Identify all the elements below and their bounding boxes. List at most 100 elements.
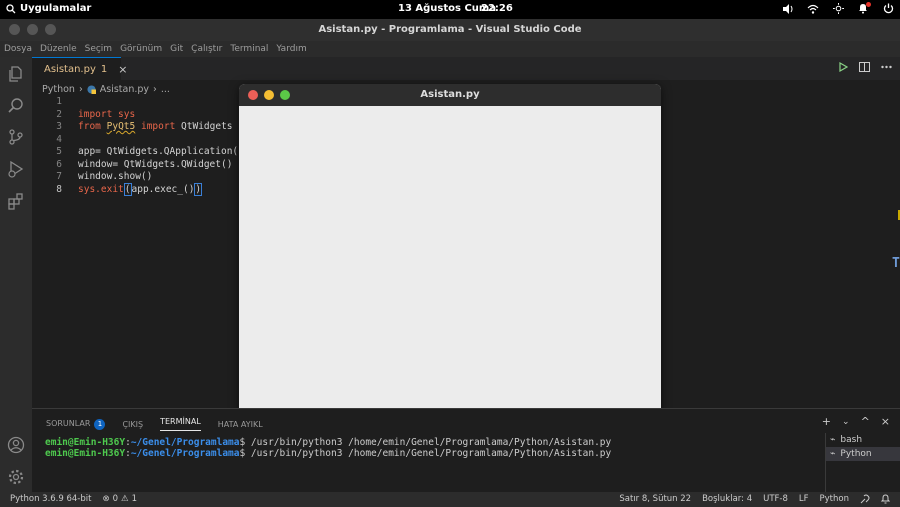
language-mode[interactable]: Python [820, 494, 849, 504]
menu-terminal[interactable]: Terminal [230, 44, 268, 54]
terminal-instance-list: ⌁ bash ⌁ Python [825, 433, 900, 493]
power-icon[interactable] [882, 2, 894, 15]
python-interpreter[interactable]: Python 3.6.9 64-bit [10, 494, 91, 504]
code-line: app= QtWidgets.QApplication(s [78, 146, 244, 157]
tab-debug-console[interactable]: HATA AYIKL [218, 420, 263, 429]
run-file-icon[interactable] [838, 62, 848, 72]
new-terminal-button[interactable]: + [822, 415, 831, 428]
module-name: sys [112, 108, 136, 120]
menu-bar: Dosya Düzenle Seçim Görünüm Git Çalıştır… [0, 41, 900, 57]
chevron-right-icon: › [153, 83, 157, 95]
notification-badge [866, 2, 871, 7]
line-number: 5 [56, 146, 62, 157]
menu-help[interactable]: Yardım [276, 44, 306, 54]
qt-window-titlebar[interactable]: Asistan.py [239, 84, 661, 106]
status-bar-left: Python 3.6.9 64-bit ⊗ 0 ⚠ 1 [10, 494, 137, 504]
menu-git[interactable]: Git [170, 44, 183, 54]
system-tray [782, 2, 894, 15]
tab-terminal[interactable]: TERMİNAL [160, 417, 201, 431]
activity-bar [0, 57, 32, 492]
minimap-cursor-marker: T [892, 256, 900, 271]
problems-count-badge: 1 [94, 418, 106, 430]
account-icon[interactable] [7, 436, 25, 454]
cursor-position[interactable]: Satır 8, Sütun 22 [619, 494, 691, 504]
window-title: Asistan.py - Programlama - Visual Studio… [318, 24, 582, 35]
terminal-output[interactable]: emin@Emin-H36Y:~/Genel/Programlama$ /usr… [45, 437, 611, 459]
panel-tabs: SORUNLAR 1 ÇIKIŞ TERMİNAL HATA AYIKL [46, 417, 263, 431]
problems-summary[interactable]: ⊗ 0 ⚠ 1 [102, 494, 137, 504]
breadcrumb-file[interactable]: Asistan.py [100, 84, 149, 95]
error-icon: ⊗ [102, 494, 110, 504]
applications-label: Uygulamalar [20, 3, 92, 14]
extensions-icon[interactable] [7, 192, 25, 210]
warning-count: 1 [131, 494, 138, 504]
line-number: 4 [56, 133, 62, 145]
brightness-icon[interactable] [832, 2, 844, 15]
python-file-icon [87, 84, 96, 94]
tab-problems-count: 1 [100, 63, 108, 75]
bottom-panel: SORUNLAR 1 ÇIKIŞ TERMİNAL HATA AYIKL + ⌄ … [32, 408, 900, 493]
menu-selection[interactable]: Seçim [85, 44, 112, 54]
applications-menu[interactable]: Uygulamalar [6, 3, 91, 14]
code-line: window.show() [78, 171, 153, 182]
terminal-user: emin@Emin-H36Y [45, 448, 126, 459]
close-panel-button[interactable]: × [881, 415, 890, 428]
feedback-icon[interactable] [860, 494, 870, 504]
terminal-instance-label: bash [840, 435, 863, 445]
chevron-down-icon[interactable]: ⌄ [842, 417, 850, 427]
end-of-line[interactable]: LF [799, 494, 809, 504]
breadcrumb-folder[interactable]: Python [42, 84, 75, 95]
maximize-panel-button[interactable]: ^ [861, 415, 870, 428]
notification-icon[interactable] [857, 2, 871, 15]
tab-close-button[interactable]: × [118, 63, 127, 76]
menu-file[interactable]: Dosya [4, 44, 32, 54]
clock-time[interactable]: 22:26 [481, 3, 513, 14]
menu-run[interactable]: Çalıştır [191, 44, 222, 54]
line-number: 1 [56, 96, 62, 107]
tab-asistan-py[interactable]: Asistan.py 1 × [32, 57, 127, 80]
function-call: sys.exit [78, 183, 124, 195]
code-lines: import sys from PyQt5 import QtWidgets a… [78, 96, 244, 196]
qt-application-window[interactable]: Asistan.py [239, 84, 661, 423]
keyword: from [78, 121, 101, 132]
breadcrumb: Python › Asistan.py › ... [42, 82, 170, 96]
volume-icon[interactable] [782, 2, 794, 15]
tab-label: Asistan.py [44, 63, 96, 75]
split-editor-icon[interactable] [859, 62, 870, 72]
tab-problems-label: SORUNLAR [46, 418, 91, 428]
warning-icon: ⚠ [121, 494, 129, 504]
code-line: from PyQt5 import QtWidgets [78, 121, 244, 134]
panel-actions: + ⌄ ^ × [822, 415, 890, 428]
status-bar-right: Satır 8, Sütun 22 Boşluklar: 4 UTF-8 LF … [619, 494, 890, 504]
tab-problems[interactable]: SORUNLAR 1 [46, 418, 106, 430]
more-actions-icon[interactable] [881, 65, 892, 69]
breadcrumb-symbols[interactable]: ... [161, 84, 170, 95]
menu-view[interactable]: Görünüm [120, 44, 162, 54]
terminal-instance-label: Python [840, 449, 872, 459]
terminal-instance-bash[interactable]: ⌁ bash [826, 433, 900, 447]
indentation[interactable]: Boşluklar: 4 [702, 494, 752, 504]
notifications-bell-icon[interactable] [881, 494, 890, 504]
terminal-icon: ⌁ [830, 435, 836, 445]
explorer-icon[interactable] [7, 65, 25, 83]
terminal-instance-python[interactable]: ⌁ Python [826, 447, 900, 461]
line-number: 3 [56, 121, 62, 132]
status-bar: Python 3.6.9 64-bit ⊗ 0 ⚠ 1 Satır 8, Süt… [0, 492, 900, 507]
window-titlebar: Asistan.py - Programlama - Visual Studio… [0, 19, 900, 41]
terminal-icon: ⌁ [830, 449, 836, 459]
call-argument: app.exec_() [131, 183, 195, 195]
line-number: 2 [56, 108, 62, 120]
line-number-gutter: 1 2 3 4 5 6 7 8 [32, 96, 62, 196]
search-icon[interactable] [7, 97, 25, 115]
tab-output[interactable]: ÇIKIŞ [122, 420, 143, 429]
settings-gear-icon[interactable] [7, 468, 25, 486]
source-control-icon[interactable] [7, 128, 25, 146]
file-encoding[interactable]: UTF-8 [763, 494, 788, 504]
wifi-icon[interactable] [807, 2, 819, 15]
run-debug-icon[interactable] [7, 160, 25, 178]
menu-edit[interactable]: Düzenle [40, 44, 77, 54]
keyword: import [140, 121, 176, 132]
keyword: import [78, 108, 113, 120]
code-line: import sys [78, 109, 244, 122]
